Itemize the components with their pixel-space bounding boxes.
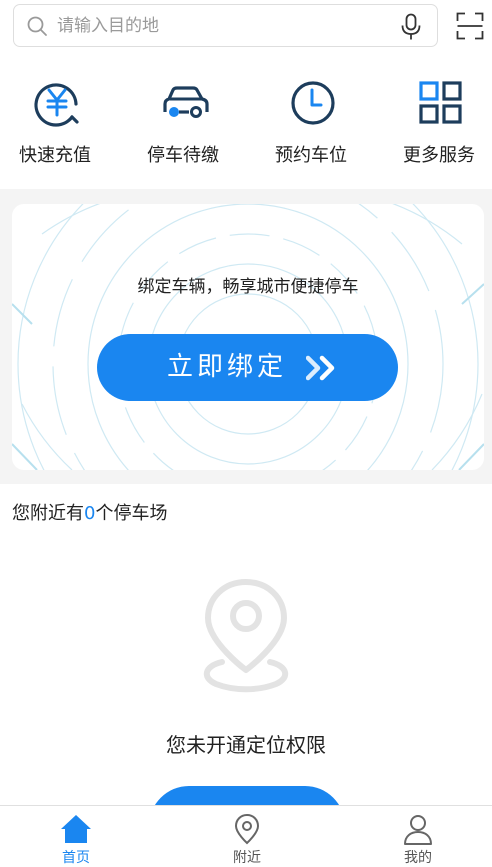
bind-card-tagline: 绑定车辆，畅享城市便捷停车 (137, 277, 359, 297)
nearby-count: 0 (84, 503, 96, 524)
quick-action-more-services[interactable]: 更多服务 (384, 72, 492, 176)
nearby-prefix: 您附近有 (12, 503, 84, 524)
search-icon (27, 16, 47, 36)
quick-action-label: 预约车位 (275, 145, 347, 166)
quick-action-label: 更多服务 (403, 145, 475, 166)
quick-action-pending-payment[interactable]: 停车待缴 (128, 72, 238, 176)
tab-mine[interactable]: 我的 (368, 806, 468, 867)
bind-now-label: 立即绑定 (167, 352, 288, 382)
tab-label: 我的 (404, 850, 432, 866)
bottom-tab-bar: 首页 附近 我的 (0, 805, 492, 867)
bind-now-button[interactable]: 立即绑定 (97, 334, 398, 401)
grid-icon (419, 81, 462, 124)
location-permission-text: 您未开通定位权限 (166, 733, 326, 757)
search-bar-row: 请输入目的地 (0, 0, 492, 52)
microphone-icon[interactable] (400, 13, 422, 41)
nearby-parking-title: 您附近有0个停车场 (12, 502, 167, 526)
location-placeholder-icon (204, 579, 288, 693)
quick-action-recharge[interactable]: 快速充值 (0, 72, 110, 176)
tab-home[interactable]: 首页 (26, 806, 126, 867)
tab-nearby[interactable]: 附近 (197, 806, 297, 867)
quick-action-label: 停车待缴 (147, 145, 219, 166)
search-box[interactable]: 请输入目的地 (13, 4, 438, 47)
user-icon (404, 815, 432, 845)
tab-label: 附近 (233, 850, 261, 866)
location-pin-icon (234, 813, 260, 845)
yen-recharge-icon (34, 83, 79, 127)
quick-action-label: 快速充值 (19, 145, 91, 166)
quick-action-reserve-spot[interactable]: 预约车位 (256, 72, 366, 176)
search-input[interactable]: 请输入目的地 (57, 16, 159, 36)
home-icon (61, 815, 91, 843)
nearby-suffix: 个停车场 (95, 503, 168, 524)
scan-icon[interactable] (456, 12, 484, 40)
quick-actions: 快速充值 停车待缴 预约车位 更多服务 (0, 72, 492, 182)
car-icon (163, 86, 209, 118)
clock-icon (291, 81, 335, 125)
bind-vehicle-card: 绑定车辆，畅享城市便捷停车 立即绑定 (12, 204, 484, 470)
tab-label: 首页 (62, 850, 90, 866)
double-chevron-right-icon (306, 355, 335, 381)
